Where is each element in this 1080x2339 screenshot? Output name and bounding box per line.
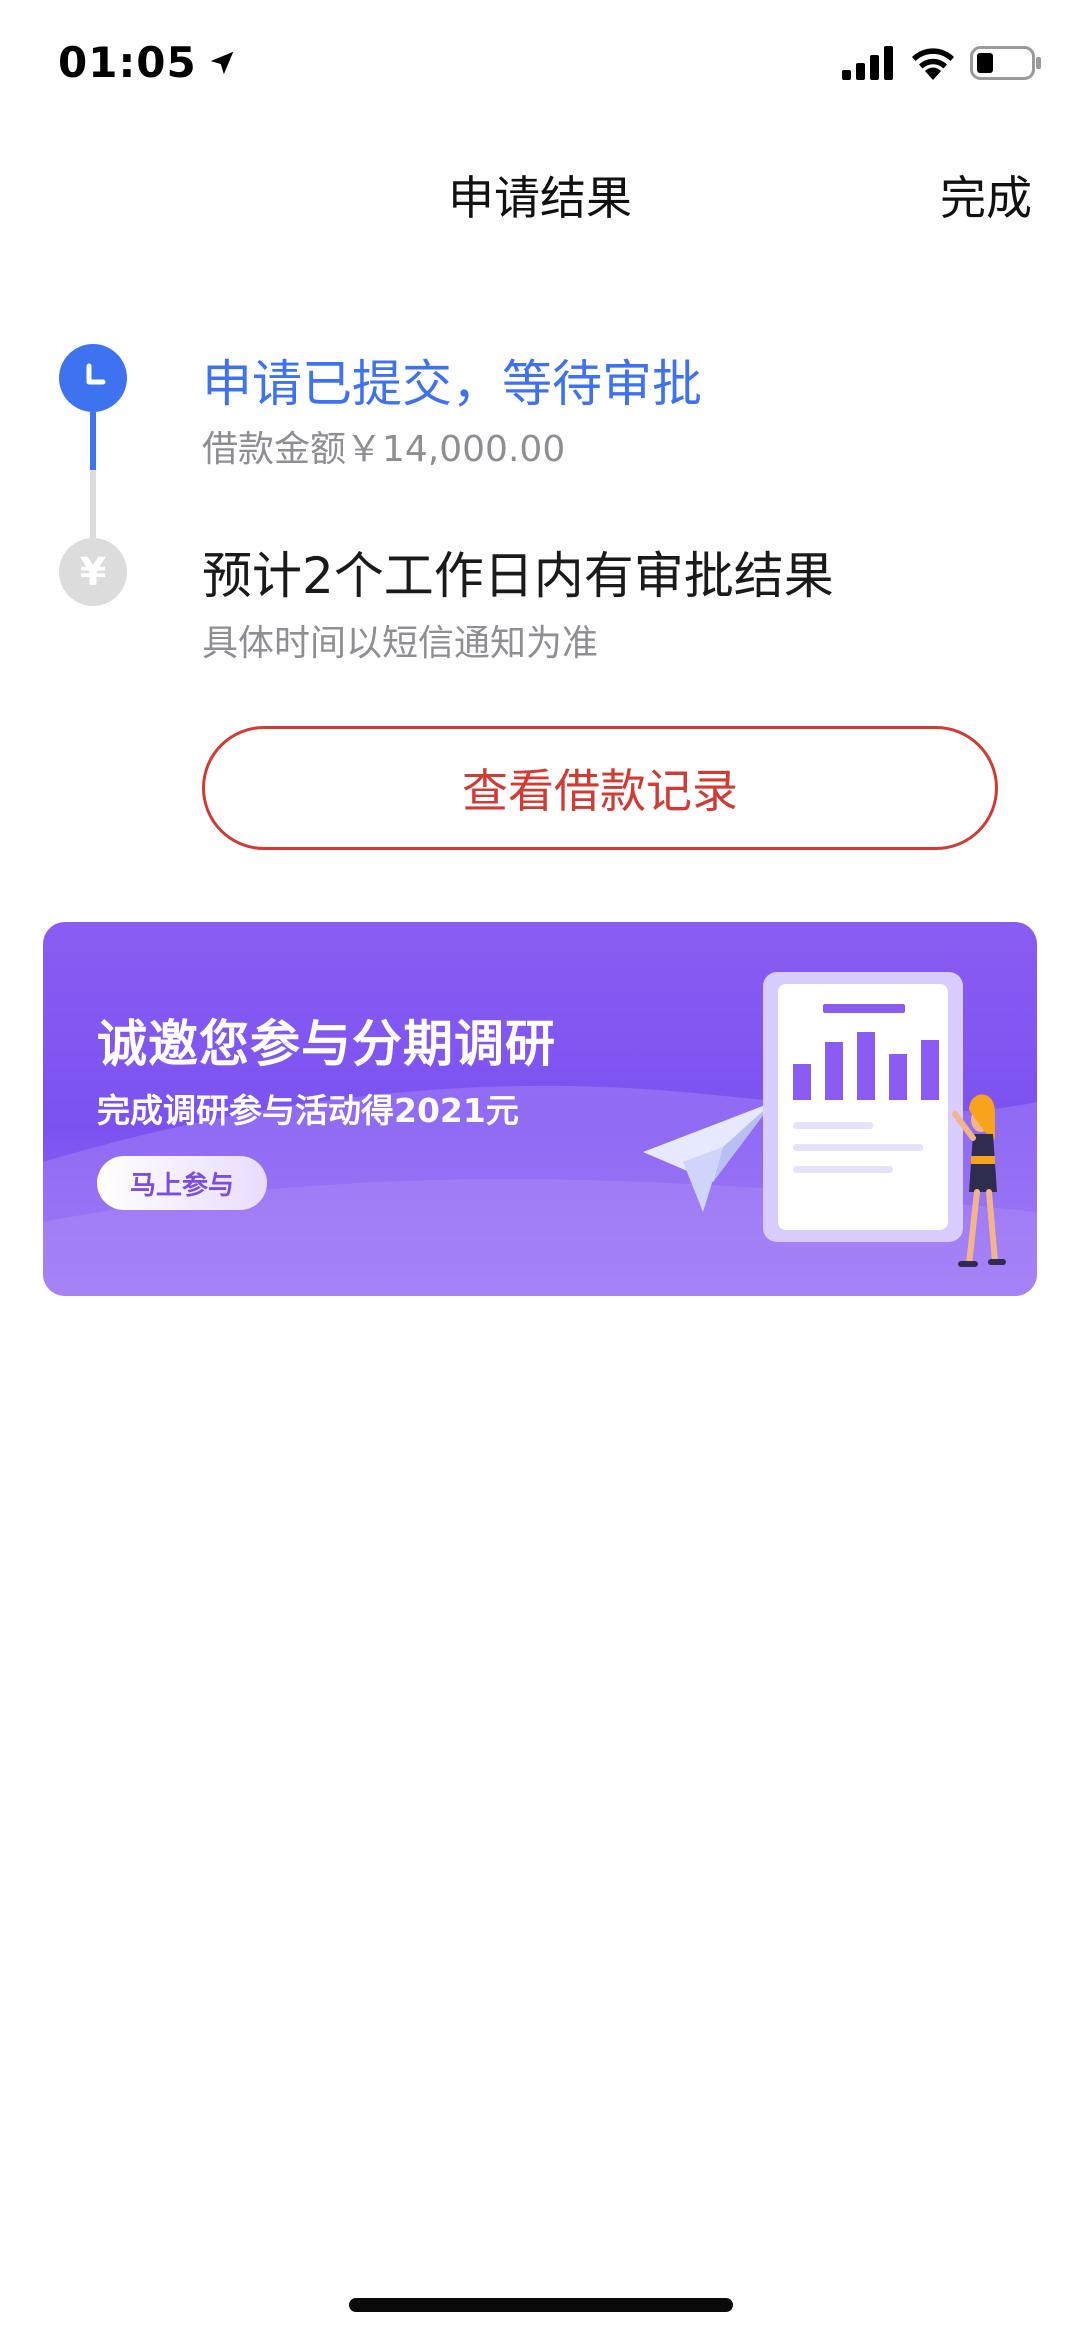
signal-icon xyxy=(842,46,893,80)
step-title: 预计2个工作日内有审批结果 xyxy=(202,547,834,605)
done-button[interactable]: 完成 xyxy=(940,162,1032,228)
page-title: 申请结果 xyxy=(448,171,632,225)
home-indicator[interactable] xyxy=(349,2298,733,2312)
step-title: 申请已提交，等待审批 xyxy=(202,355,702,413)
loan-amount: 借款金额￥14,000.00 xyxy=(202,429,566,470)
nav-bar: 申请结果 完成 xyxy=(0,140,1080,244)
banner-title: 诚邀您参与分期调研 xyxy=(97,1015,556,1073)
battery-icon xyxy=(970,46,1041,80)
application-progress: ¥ 申请已提交，等待审批 借款金额￥14,000.00 预计2个工作日内有审批结… xyxy=(0,330,1080,670)
status-icons xyxy=(842,46,1042,80)
wifi-icon xyxy=(912,48,954,80)
step-active-marker xyxy=(59,344,127,412)
banner-subtitle: 完成调研参与活动得2021元 xyxy=(97,1091,519,1130)
survey-illustration xyxy=(643,972,1006,1267)
timeline-line-pending xyxy=(90,470,96,538)
yen-icon: ¥ xyxy=(59,538,127,606)
join-now-button[interactable]: 马上参与 xyxy=(97,1156,267,1210)
timeline-line-complete xyxy=(90,412,96,470)
view-loan-records-button[interactable]: 查看借款记录 xyxy=(202,726,998,850)
status-time-text: 01:05 xyxy=(58,38,197,87)
paper-plane-icon xyxy=(643,1102,773,1212)
status-bar: 01:05 xyxy=(0,0,1080,132)
status-time: 01:05 xyxy=(58,38,237,87)
step-subtitle: 具体时间以短信通知为准 xyxy=(202,623,599,664)
report-document-icon xyxy=(763,972,963,1242)
location-arrow-icon xyxy=(210,51,233,74)
survey-banner[interactable]: 诚邀您参与分期调研 完成调研参与活动得2021元 马上参与 xyxy=(43,922,1037,1296)
clock-icon xyxy=(86,363,106,385)
